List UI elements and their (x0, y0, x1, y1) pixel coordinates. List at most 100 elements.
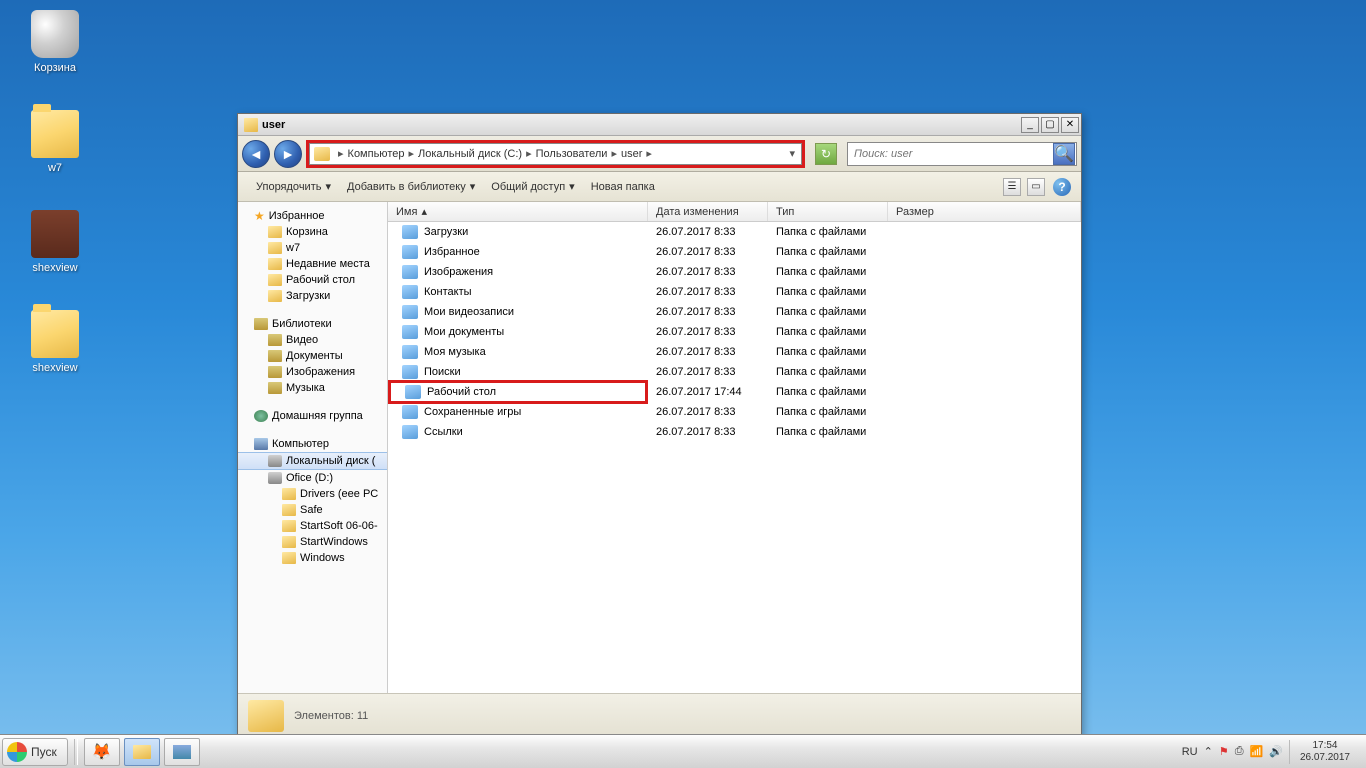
file-type: Папка с файлами (768, 406, 888, 418)
breadcrumb-item[interactable]: Компьютер (348, 148, 405, 160)
network-icon[interactable]: 📶 (1250, 745, 1264, 758)
file-row[interactable]: Загрузки26.07.2017 8:33Папка с файлами (388, 222, 1081, 242)
search-input[interactable] (848, 148, 1053, 160)
close-button[interactable]: ✕ (1061, 117, 1079, 133)
file-row[interactable]: Мои видеозаписи26.07.2017 8:33Папка с фа… (388, 302, 1081, 322)
column-date[interactable]: Дата изменения (648, 202, 768, 221)
recycle-bin[interactable]: Корзина (20, 10, 90, 74)
nav-item[interactable]: Ofice (D:) (238, 470, 387, 486)
file-row[interactable]: Изображения26.07.2017 8:33Папка с файлам… (388, 262, 1081, 282)
nav-item[interactable]: Недавние места (238, 256, 387, 272)
star-icon: ★ (254, 210, 265, 222)
add-to-library-menu[interactable]: Добавить в библиотеку▾ (339, 180, 483, 193)
computer-group[interactable]: Компьютер (238, 436, 387, 452)
column-name[interactable]: Имя▴ (388, 202, 648, 221)
breadcrumb-sep-icon: ▸ (609, 147, 619, 160)
file-row[interactable]: Ссылки26.07.2017 8:33Папка с файлами (388, 422, 1081, 442)
taskbar-explorer[interactable] (124, 738, 160, 766)
nav-item[interactable]: Видео (238, 332, 387, 348)
file-list[interactable]: Загрузки26.07.2017 8:33Папка с файламиИз… (388, 222, 1081, 693)
maximize-button[interactable]: ▢ (1041, 117, 1059, 133)
file-row[interactable]: Сохраненные игры26.07.2017 8:33Папка с ф… (388, 402, 1081, 422)
archive-shexview[interactable]: shexview (20, 210, 90, 274)
titlebar[interactable]: user _ ▢ ✕ (238, 114, 1081, 136)
share-menu[interactable]: Общий доступ▾ (483, 180, 582, 193)
file-date: 26.07.2017 8:33 (648, 366, 768, 378)
clock[interactable]: 17:54 26.07.2017 (1289, 740, 1360, 764)
address-bar[interactable]: ▸ Компьютер ▸ Локальный диск (C:) ▸ Поль… (309, 143, 802, 165)
forward-button[interactable]: ► (274, 140, 302, 168)
nav-item[interactable]: StartSoft 06-06- (238, 518, 387, 534)
breadcrumb-item[interactable]: Пользователи (536, 148, 608, 160)
folder-icon (402, 365, 418, 379)
clock-time: 17:54 (1300, 740, 1350, 752)
folder-icon (402, 245, 418, 259)
file-name: Изображения (424, 266, 493, 278)
nav-item[interactable]: Drivers (eee PC (238, 486, 387, 502)
firefox-icon: 🦊 (92, 742, 112, 762)
nav-item[interactable]: Safe (238, 502, 387, 518)
taskbar-app[interactable] (164, 738, 200, 766)
desktop-icon-label: Корзина (34, 62, 76, 74)
back-button[interactable]: ◄ (242, 140, 270, 168)
library-icon (268, 382, 282, 394)
taskbar-firefox[interactable]: 🦊 (84, 738, 120, 766)
nav-item[interactable]: Windows (238, 550, 387, 566)
nav-item[interactable]: Документы (238, 348, 387, 364)
nav-item[interactable]: StartWindows (238, 534, 387, 550)
breadcrumb-item[interactable]: Локальный диск (C:) (418, 148, 522, 160)
volume-icon[interactable]: 🔊 (1269, 745, 1283, 758)
folder-icon (268, 274, 282, 286)
nav-item[interactable]: Загрузки (238, 288, 387, 304)
minimize-button[interactable]: _ (1021, 117, 1039, 133)
new-folder-button[interactable]: Новая папка (583, 181, 663, 193)
nav-item[interactable]: Рабочий стол (238, 272, 387, 288)
search-button[interactable]: 🔍 (1053, 143, 1075, 165)
file-name: Рабочий стол (427, 386, 496, 398)
breadcrumb-sep-icon: ▸ (336, 147, 346, 160)
favorites-group[interactable]: ★Избранное (238, 208, 387, 224)
homegroup[interactable]: Домашняя группа (238, 408, 387, 424)
disk-icon (268, 472, 282, 484)
language-indicator[interactable]: RU (1182, 746, 1198, 758)
nav-item-selected[interactable]: Локальный диск ( (238, 452, 387, 470)
refresh-button[interactable]: ↻ (815, 143, 837, 165)
nav-item[interactable]: Изображения (238, 364, 387, 380)
view-options-button[interactable]: ☰ (1003, 178, 1021, 196)
tray-icon[interactable]: ⎙ (1235, 745, 1244, 758)
folder-w7[interactable]: w7 (20, 110, 90, 174)
chevron-down-icon[interactable]: ▾ (787, 147, 797, 160)
folder-shexview[interactable]: shexview (20, 310, 90, 374)
column-size[interactable]: Размер (888, 202, 1081, 221)
preview-pane-button[interactable]: ▭ (1027, 178, 1045, 196)
nav-item[interactable]: w7 (238, 240, 387, 256)
nav-item[interactable]: Музыка (238, 380, 387, 396)
file-row[interactable]: Мои документы26.07.2017 8:33Папка с файл… (388, 322, 1081, 342)
file-row[interactable]: Моя музыка26.07.2017 8:33Папка с файлами (388, 342, 1081, 362)
file-row[interactable]: Избранное26.07.2017 8:33Папка с файлами (388, 242, 1081, 262)
file-row[interactable]: Поиски26.07.2017 8:33Папка с файлами (388, 362, 1081, 382)
explorer-window: user _ ▢ ✕ ◄ ► ▸ Компьютер ▸ Локальный д… (237, 113, 1082, 738)
file-name: Ссылки (424, 426, 463, 438)
library-icon (268, 366, 282, 378)
organize-menu[interactable]: Упорядочить▾ (248, 180, 339, 193)
folder-icon (402, 305, 418, 319)
folder-icon (402, 405, 418, 419)
file-list-pane: Имя▴ Дата изменения Тип Размер Загрузки2… (388, 202, 1081, 693)
breadcrumb-item[interactable]: user (621, 148, 642, 160)
file-row[interactable]: Контакты26.07.2017 8:33Папка с файлами (388, 282, 1081, 302)
recycle-bin-icon (31, 10, 79, 58)
folder-icon (248, 700, 284, 732)
column-type[interactable]: Тип (768, 202, 888, 221)
file-row[interactable]: Рабочий стол26.07.2017 17:44Папка с файл… (388, 382, 1081, 402)
search-box[interactable]: 🔍 (847, 142, 1077, 166)
action-center-icon[interactable]: ⚑ (1219, 745, 1229, 758)
file-type: Папка с файлами (768, 426, 888, 438)
folder-icon (402, 425, 418, 439)
start-button[interactable]: Пуск (2, 738, 68, 766)
help-button[interactable]: ? (1053, 178, 1071, 196)
show-hidden-icons[interactable]: ⌃ (1204, 745, 1213, 758)
nav-item[interactable]: Корзина (238, 224, 387, 240)
file-type: Папка с файлами (768, 346, 888, 358)
libraries-group[interactable]: Библиотеки (238, 316, 387, 332)
